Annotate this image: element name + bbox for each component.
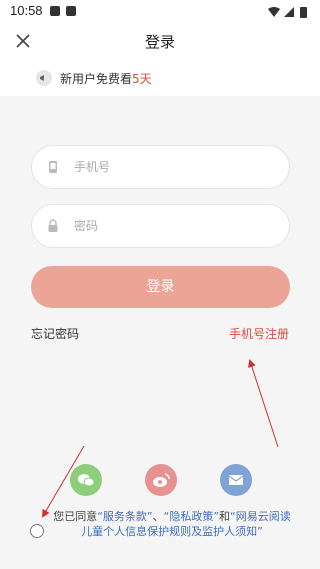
phone-field[interactable] (31, 145, 290, 189)
promo-days: 5天 (132, 72, 152, 86)
agreement-separator: 、 (152, 510, 164, 523)
wechat-login-button[interactable] (70, 464, 102, 496)
notification-icon (66, 6, 76, 16)
status-icons (268, 7, 307, 18)
megaphone-icon (36, 70, 52, 86)
weibo-icon (153, 473, 170, 487)
password-field[interactable] (31, 204, 290, 248)
status-bar: 10:58 (0, 0, 320, 24)
notification-icon (50, 6, 60, 16)
forgot-password-link[interactable]: 忘记密码 (31, 325, 79, 342)
weibo-login-button[interactable] (145, 464, 177, 496)
mail-login-button[interactable] (220, 464, 252, 496)
phone-icon (49, 161, 57, 173)
agreement-and: 和 (219, 510, 231, 523)
header: 登录 (0, 24, 320, 58)
promo-banner: 新用户免费看5天 (0, 58, 320, 96)
login-button[interactable]: 登录 (31, 266, 290, 308)
promo-prefix: 新用户免费看 (60, 72, 133, 86)
status-time: 10:58 (10, 3, 43, 18)
privacy-link[interactable]: “隐私政策” (164, 510, 219, 523)
phone-register-link[interactable]: 手机号注册 (229, 325, 289, 342)
mail-icon (228, 475, 244, 485)
agreement-text: 您已同意“服务条款”、“隐私政策”和“网易云阅读儿童个人信息保护规则及监护人须知… (52, 509, 292, 539)
terms-link[interactable]: “服务条款” (97, 510, 152, 523)
promo-text: 新用户免费看5天 (60, 70, 152, 87)
password-input[interactable] (74, 216, 274, 236)
agreement-radio[interactable] (30, 524, 44, 538)
agreement-prefix: 您已同意 (53, 510, 98, 523)
phone-input[interactable] (74, 157, 274, 177)
page-title: 登录 (144, 33, 175, 51)
wechat-icon (78, 474, 95, 487)
lock-icon (48, 219, 58, 232)
